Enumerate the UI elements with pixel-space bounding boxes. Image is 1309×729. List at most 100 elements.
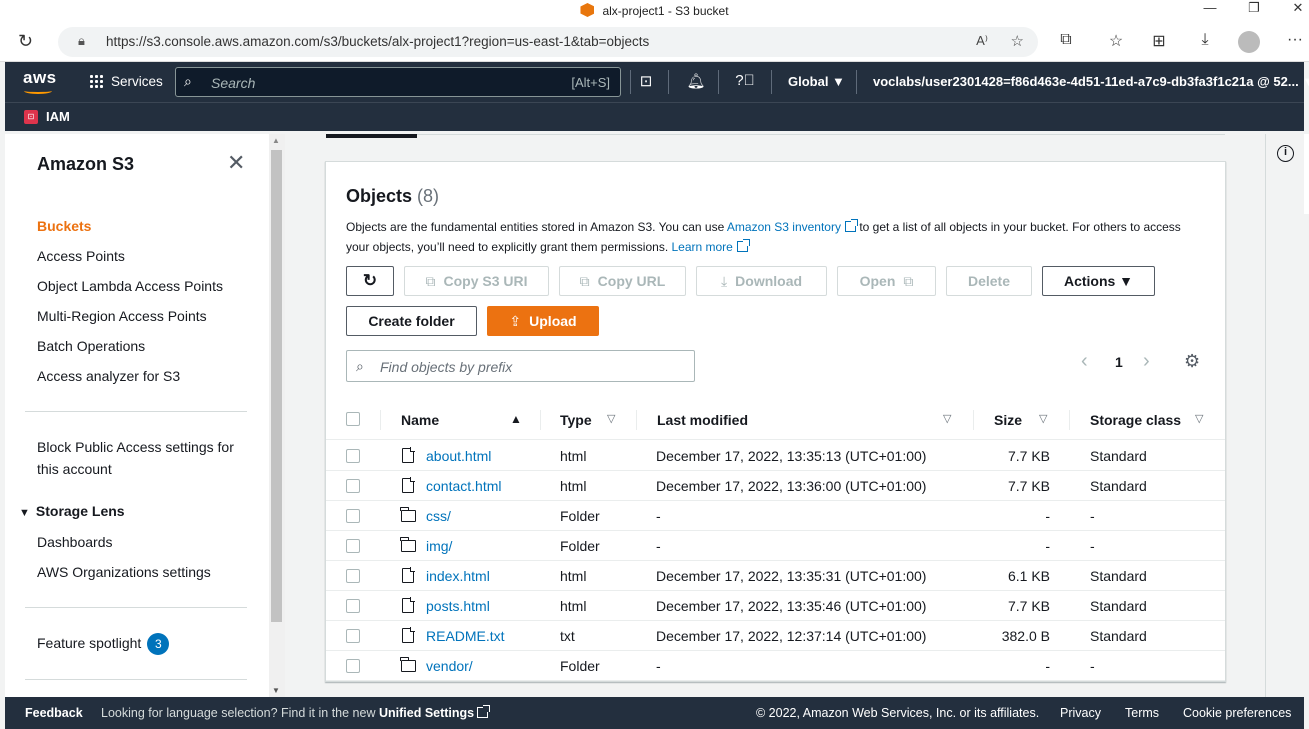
open-button[interactable]: Open ⧉ — [837, 266, 936, 296]
sidebar-item-access-points[interactable]: Access Points — [37, 248, 125, 264]
sort-caret-icon[interactable]: ▽ — [1039, 412, 1047, 425]
feedback-link[interactable]: Feedback — [25, 706, 83, 720]
console-search-input[interactable]: ⌕ Search [Alt+S] — [175, 67, 621, 97]
scroll-up-icon[interactable]: ▲ — [272, 136, 280, 145]
sort-caret-icon[interactable]: ▽ — [943, 412, 951, 425]
close-sidebar-icon[interactable]: ✕ — [227, 150, 245, 176]
sidebar-item-feature-spotlight[interactable]: Feature spotlight 3 — [37, 633, 170, 655]
column-storage-class[interactable]: Storage class — [1090, 412, 1181, 428]
row-checkbox[interactable] — [346, 569, 360, 583]
services-menu-button[interactable]: Services — [89, 74, 163, 89]
info-icon[interactable]: i — [1277, 145, 1294, 162]
next-page-icon[interactable]: › — [1143, 350, 1150, 373]
row-checkbox[interactable] — [346, 599, 360, 613]
sidebar-item-buckets[interactable]: Buckets — [37, 218, 91, 234]
row-checkbox[interactable] — [346, 629, 360, 643]
prefix-search-input[interactable]: ⌕ Find objects by prefix — [346, 350, 695, 382]
address-bar[interactable]: 🔒︎ https://s3.console.aws.amazon.com/s3/… — [58, 27, 1038, 57]
gear-icon[interactable]: ⚙ — [1184, 351, 1200, 372]
row-checkbox[interactable] — [346, 479, 360, 493]
copy-s3-uri-button[interactable]: ⧉ Copy S3 URI — [404, 266, 549, 296]
object-name-link[interactable]: README.txt — [426, 628, 505, 644]
copy-url-button[interactable]: ⧉ Copy URL — [559, 266, 686, 296]
scrollbar-thumb[interactable] — [271, 150, 282, 622]
sidebar-item-org-settings[interactable]: AWS Organizations settings — [37, 564, 211, 580]
nav-divider — [668, 70, 669, 94]
account-menu[interactable]: voclabs/user2301428=f86d463e-4d51-11ed-a… — [873, 74, 1309, 89]
table-row[interactable]: README.txt txt December 17, 2022, 12:37:14… — [326, 621, 1225, 651]
column-name[interactable]: Name — [401, 412, 439, 428]
minimize-button[interactable]: — — [1190, 0, 1230, 15]
sidebar-item-access-analyzer[interactable]: Access analyzer for S3 — [37, 368, 180, 384]
add-favorite-icon[interactable]: ☆ — [1011, 32, 1024, 50]
table-row[interactable]: posts.html html December 17, 2022, 13:35:4… — [326, 591, 1225, 621]
sort-ascending-icon[interactable]: ▲ — [510, 412, 522, 426]
column-size[interactable]: Size — [994, 412, 1022, 428]
table-row[interactable]: vendor/Folder - - - — [326, 651, 1225, 681]
region-selector[interactable]: Global ▼ — [788, 74, 845, 89]
collections-icon[interactable]: ⊞ — [1147, 31, 1171, 51]
table-row[interactable]: contact.html html December 17, 2022, 13:36… — [326, 471, 1225, 501]
close-window-button[interactable]: ✕ — [1278, 0, 1309, 16]
table-row[interactable]: img/Folder - - - — [326, 531, 1225, 561]
download-button[interactable]: ⤓ Download — [696, 266, 827, 296]
privacy-link[interactable]: Privacy — [1060, 706, 1101, 720]
object-name-link[interactable]: css/ — [426, 508, 451, 524]
select-all-checkbox[interactable] — [346, 412, 360, 426]
upload-button[interactable]: ⇪ Upload — [487, 306, 599, 336]
help-icon[interactable]: ?⃝ — [734, 72, 756, 89]
sidebar-item-object-lambda[interactable]: Object Lambda Access Points — [37, 278, 223, 294]
table-row[interactable]: about.html html December 17, 2022, 13:35:1… — [326, 441, 1225, 471]
aws-logo[interactable]: aws — [23, 68, 57, 94]
object-name-link[interactable]: posts.html — [426, 598, 490, 614]
sort-caret-icon[interactable]: ▽ — [607, 412, 615, 425]
cookie-preferences-link[interactable]: Cookie preferences — [1183, 706, 1291, 720]
learn-more-link[interactable]: Learn more — [671, 239, 750, 254]
scroll-down-icon[interactable]: ▼ — [272, 686, 280, 695]
s3-inventory-link[interactable]: Amazon S3 inventory — [727, 219, 858, 234]
row-checkbox[interactable] — [346, 509, 360, 523]
storage-lens-section[interactable]: ▼ Storage Lens — [19, 503, 125, 519]
sort-caret-icon[interactable]: ▽ — [1195, 412, 1203, 425]
object-name-link[interactable]: index.html — [426, 568, 490, 584]
cloudshell-icon[interactable]: ⊡ — [635, 72, 657, 90]
unified-settings-link[interactable]: Unified Settings — [379, 705, 491, 720]
more-menu-icon[interactable]: ··· — [1283, 31, 1307, 49]
column-type[interactable]: Type — [560, 412, 592, 428]
delete-button[interactable]: Delete — [946, 266, 1032, 296]
url-text[interactable]: https://s3.console.aws.amazon.com/s3/buc… — [106, 34, 649, 49]
sidebar-item-block-public-access[interactable]: Block Public Access settings for this ac… — [37, 439, 234, 477]
reload-icon[interactable]: ↻ — [18, 31, 33, 52]
profile-avatar[interactable] — [1238, 31, 1260, 53]
object-name-link[interactable]: img/ — [426, 538, 452, 554]
previous-page-icon[interactable]: ‹ — [1081, 350, 1088, 373]
object-name-link[interactable]: about.html — [426, 448, 491, 464]
read-aloud-icon[interactable]: A⁾ — [976, 33, 988, 49]
sidebar-item-dashboards[interactable]: Dashboards — [37, 534, 113, 550]
sidebar-item-batch-operations[interactable]: Batch Operations — [37, 338, 145, 354]
table-row[interactable]: css/Folder - - - — [326, 501, 1225, 531]
sidebar-scrollbar[interactable]: ▲ ▼ — [269, 134, 285, 697]
downloads-icon[interactable]: ⤓ — [1193, 31, 1217, 49]
page-scrollbar[interactable] — [1304, 134, 1309, 214]
create-folder-button[interactable]: Create folder — [346, 306, 477, 336]
restore-button[interactable]: ❐ — [1234, 0, 1274, 16]
sidebar-item-multi-region[interactable]: Multi-Region Access Points — [37, 308, 207, 324]
refresh-button[interactable]: ↻ — [346, 266, 394, 296]
favorites-icon[interactable]: ☆ — [1104, 31, 1128, 51]
row-checkbox[interactable] — [346, 449, 360, 463]
extensions-icon[interactable]: ⧉ — [1054, 31, 1078, 49]
favorite-iam-link[interactable]: IAM — [46, 109, 70, 124]
copyright-text: © 2022, Amazon Web Services, Inc. or its… — [756, 706, 1040, 720]
column-divider — [1069, 410, 1070, 430]
table-row[interactable]: index.html html December 17, 2022, 13:35:3… — [326, 561, 1225, 591]
notifications-bell-icon[interactable]: 🔔︎ — [685, 72, 707, 90]
terms-link[interactable]: Terms — [1125, 706, 1159, 720]
column-last-modified[interactable]: Last modified — [657, 412, 748, 428]
current-page[interactable]: 1 — [1115, 354, 1123, 370]
row-checkbox[interactable] — [346, 539, 360, 553]
object-name-link[interactable]: contact.html — [426, 478, 501, 494]
row-checkbox[interactable] — [346, 659, 360, 673]
object-name-link[interactable]: vendor/ — [426, 658, 473, 674]
actions-dropdown[interactable]: Actions ▼ — [1042, 266, 1155, 296]
